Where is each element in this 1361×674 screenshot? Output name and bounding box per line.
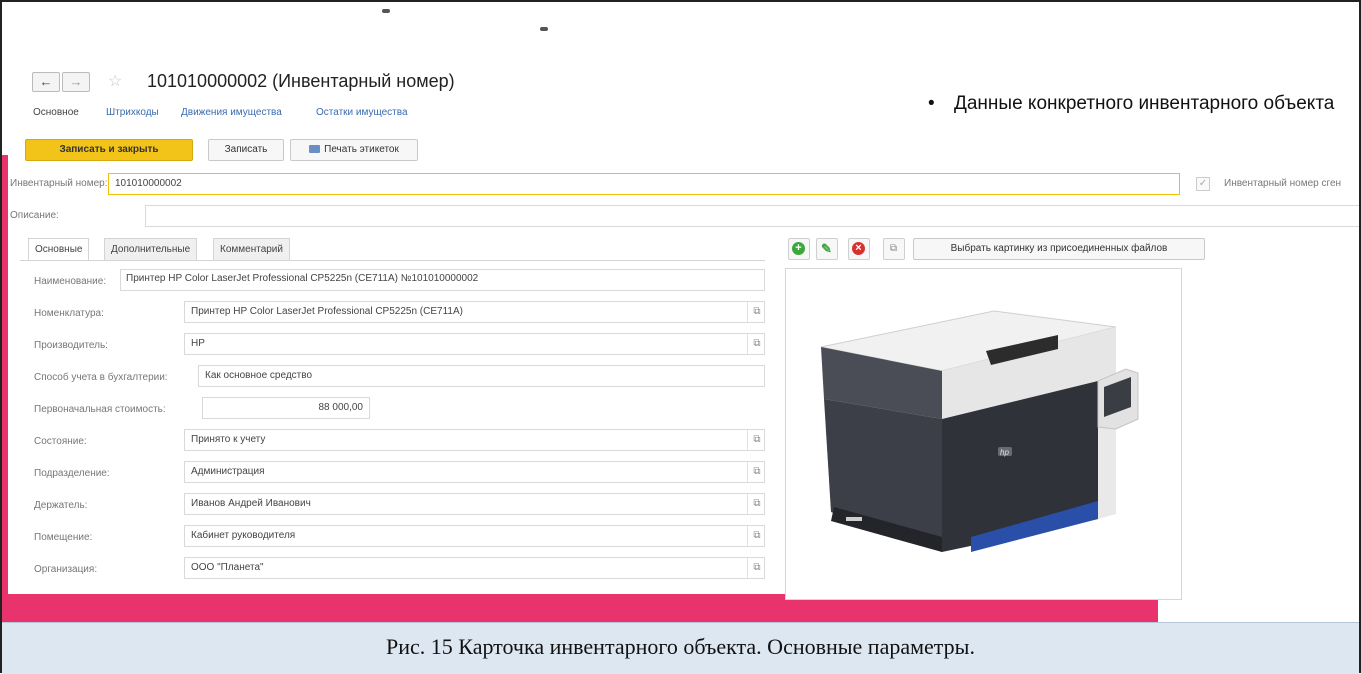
arrow-right-icon: → bbox=[69, 74, 83, 89]
save-and-close-button[interactable]: Записать и закрыть bbox=[25, 139, 193, 161]
open-state-icon[interactable]: ⧉ bbox=[747, 430, 766, 450]
arrow-left-icon: ← bbox=[39, 74, 53, 89]
organization-label: Организация: bbox=[34, 564, 98, 575]
cropped-top-text bbox=[380, 0, 560, 31]
plus-icon: + bbox=[792, 242, 805, 255]
initial-cost-label: Первоначальная стоимость: bbox=[34, 404, 166, 415]
edit-picture-button[interactable]: ✎ bbox=[816, 238, 838, 260]
favorite-star-icon[interactable]: ☆ bbox=[108, 71, 122, 91]
open-division-icon[interactable]: ⧉ bbox=[747, 462, 766, 482]
nomenclature-label: Номенклатура: bbox=[34, 308, 104, 319]
nomenclature-field[interactable]: Принтер HP Color LaserJet Professional C… bbox=[184, 301, 765, 323]
inventory-number-field[interactable]: 101010000002 bbox=[108, 173, 1180, 195]
subtab-main[interactable]: Основные bbox=[28, 238, 90, 261]
state-field[interactable]: Принято к учету bbox=[184, 429, 765, 451]
page-title: 101010000002 (Инвентарный номер) bbox=[147, 71, 455, 91]
generated-checkbox[interactable]: ✓ bbox=[1196, 177, 1210, 191]
accounting-method-label: Способ учета в бухгалтерии: bbox=[34, 372, 168, 383]
holder-field[interactable]: Иванов Андрей Иванович bbox=[184, 493, 765, 515]
room-field[interactable]: Кабинет руководителя bbox=[184, 525, 765, 547]
print-labels-button[interactable]: Печать этикеток bbox=[290, 139, 418, 161]
choose-picture-button[interactable]: Выбрать картинку из присоединенных файло… bbox=[913, 238, 1205, 260]
manufacturer-field[interactable]: HP bbox=[184, 333, 765, 355]
organization-field[interactable]: ООО "Планета" bbox=[184, 557, 765, 579]
division-label: Подразделение: bbox=[34, 468, 110, 479]
open-holder-icon[interactable]: ⧉ bbox=[747, 494, 766, 514]
name-label: Наименование: bbox=[34, 276, 107, 287]
open-manufacturer-icon[interactable]: ⧉ bbox=[747, 334, 766, 354]
description-field[interactable] bbox=[145, 205, 1359, 227]
description-label: Описание: bbox=[10, 210, 59, 221]
division-field[interactable]: Администрация bbox=[184, 461, 765, 483]
save-button[interactable]: Записать bbox=[208, 139, 284, 161]
subtab-comment[interactable]: Комментарий bbox=[213, 238, 290, 261]
open-picture-button[interactable]: ⧉ bbox=[883, 238, 905, 260]
inventory-number-label: Инвентарный номер: bbox=[10, 178, 108, 189]
back-button[interactable]: ← bbox=[32, 72, 60, 92]
tab-property-movements[interactable]: Движения имущества bbox=[181, 107, 282, 118]
delete-picture-button[interactable]: × bbox=[848, 238, 870, 260]
printer-icon bbox=[309, 145, 321, 153]
add-picture-button[interactable]: + bbox=[788, 238, 810, 260]
printer-image: hp bbox=[820, 310, 1139, 552]
bullet-text: Данные конкретного инвентарного объекта bbox=[954, 93, 1335, 114]
holder-label: Держатель: bbox=[34, 500, 88, 511]
open-organization-icon[interactable]: ⧉ bbox=[747, 558, 766, 578]
state-label: Состояние: bbox=[34, 436, 87, 447]
accounting-method-field[interactable]: Как основное средство bbox=[198, 365, 765, 387]
subtab-divider bbox=[20, 260, 765, 261]
pink-accent-bar bbox=[2, 155, 8, 595]
printer-logo-text: hp bbox=[1000, 448, 1009, 457]
frame-top-border bbox=[0, 0, 1361, 2]
pencil-icon: ✎ bbox=[821, 241, 832, 256]
generated-number-label: Инвентарный номер сген bbox=[1224, 178, 1342, 189]
open-nomenclature-icon[interactable]: ⧉ bbox=[747, 302, 766, 322]
name-field[interactable]: Принтер HP Color LaserJet Professional C… bbox=[120, 269, 765, 291]
tab-property-balances[interactable]: Остатки имущества bbox=[316, 107, 408, 118]
forward-button[interactable]: → bbox=[62, 72, 90, 92]
print-labels-label: Печать этикеток bbox=[324, 144, 399, 155]
figure-caption: Рис. 15 Карточка инвентарного объекта. О… bbox=[386, 634, 975, 659]
open-room-icon[interactable]: ⧉ bbox=[747, 526, 766, 546]
open-window-icon: ⧉ bbox=[889, 243, 898, 254]
room-label: Помещение: bbox=[34, 532, 93, 543]
tab-barcodes[interactable]: Штрихкоды bbox=[106, 107, 159, 118]
picture-frame: hp bbox=[785, 268, 1182, 600]
tab-main[interactable]: Основное bbox=[33, 107, 79, 118]
delete-icon: × bbox=[852, 242, 865, 255]
bullet-marker: • bbox=[928, 93, 935, 114]
subtab-additional[interactable]: Дополнительные bbox=[104, 238, 198, 261]
manufacturer-label: Производитель: bbox=[34, 340, 108, 351]
initial-cost-field[interactable]: 88 000,00 bbox=[202, 397, 370, 419]
